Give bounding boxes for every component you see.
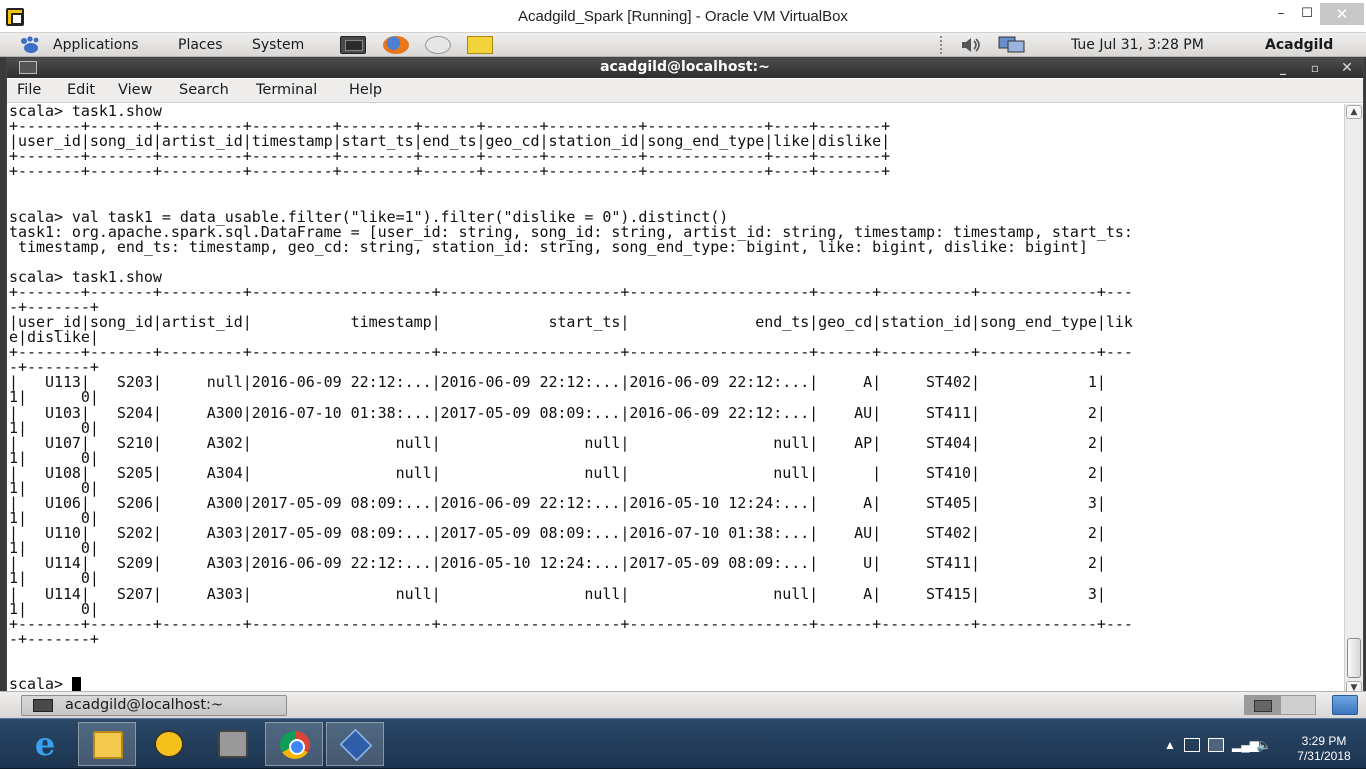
terminal-line: | U110| S202| A303|2017-05-09 08:09:...|…	[9, 524, 1106, 543]
taskbar-file-explorer[interactable]	[78, 722, 136, 766]
terminal-title: acadgild@localhost:~	[600, 59, 770, 75]
panel-separator	[940, 36, 944, 54]
gnome-top-panel: Applications Places System Tue Jul 31, 3…	[0, 33, 1366, 57]
panel-clock[interactable]: Tue Jul 31, 3:28 PM	[1071, 36, 1204, 56]
terminal-screen[interactable]: scala> task1.show +-------+-------+------…	[7, 104, 1343, 696]
mail-icon[interactable]	[425, 36, 451, 54]
taskbar-chrome[interactable]	[265, 722, 323, 766]
menu-help[interactable]: Help	[349, 82, 382, 98]
terminal-line: +-------+-------+---------+-------------…	[9, 343, 1133, 362]
scroll-up-arrow-icon[interactable]: ▲	[1346, 105, 1362, 119]
terminal-cursor	[71, 676, 81, 691]
workspace-1[interactable]	[1245, 696, 1281, 714]
menu-view[interactable]: View	[118, 82, 152, 98]
maximize-button[interactable]: ☐	[1292, 3, 1322, 25]
menu-edit[interactable]: Edit	[67, 82, 95, 98]
taskbar-virtualbox[interactable]	[326, 722, 384, 766]
terminal-minimize-button[interactable]: _	[1273, 58, 1293, 78]
chrome-icon	[280, 731, 310, 759]
taskbar-app-4[interactable]	[204, 722, 262, 766]
guest-desktop: Applications Places System Tue Jul 31, 3…	[0, 33, 1366, 718]
terminal-menubar: File Edit View Search Terminal Help	[7, 79, 1363, 103]
windows-taskbar: e ▲ ▂▄▆ 🔈 3:29 PM 7/31/2018	[0, 718, 1366, 768]
tray-date[interactable]: 7/31/2018	[1286, 749, 1362, 763]
speaker-icon[interactable]: 🔈	[1256, 738, 1272, 752]
terminal-line: | U103| S204| A300|2016-07-10 01:38:...|…	[9, 403, 1106, 422]
terminal-launcher-icon[interactable]	[340, 36, 366, 54]
internet-explorer-icon: e	[34, 725, 56, 763]
window-title: Acadgild_Spark [Running] - Oracle VM Vir…	[518, 8, 848, 25]
app-icon	[154, 730, 184, 758]
scrollbar-thumb[interactable]	[1347, 638, 1361, 678]
virtualbox-titlebar: Acadgild_Spark [Running] - Oracle VM Vir…	[0, 0, 1366, 33]
terminal-titlebar: acadgild@localhost:~ _ ▫ ✕	[7, 58, 1363, 78]
terminal-scrollbar[interactable]: ▲ ▼	[1344, 104, 1363, 696]
terminal-maximize-button[interactable]: ▫	[1305, 58, 1325, 78]
virtualbox-icon	[339, 728, 373, 762]
terminal-line: | U106| S206| A300|2017-05-09 08:09:...|…	[9, 494, 1106, 513]
network-icon[interactable]	[998, 36, 1026, 54]
menu-applications[interactable]: Applications	[53, 36, 139, 56]
menu-terminal[interactable]: Terminal	[256, 82, 317, 98]
terminal-window: acadgild@localhost:~ _ ▫ ✕ File Edit Vie…	[6, 57, 1364, 697]
terminal-output: scala> task1.show +-------+-------+------…	[9, 104, 1133, 692]
trash-icon[interactable]	[1332, 695, 1358, 715]
terminal-icon	[33, 699, 53, 712]
terminal-line: | U114| S207| A303| null| null| null| A|…	[9, 584, 1106, 603]
terminal-close-button[interactable]: ✕	[1337, 58, 1357, 78]
gnome-foot-icon[interactable]	[18, 35, 44, 55]
workspace-switcher[interactable]	[1244, 695, 1316, 715]
menu-file[interactable]: File	[17, 82, 41, 98]
panel-username[interactable]: Acadgild	[1265, 36, 1333, 56]
show-hidden-icons-icon[interactable]: ▲	[1162, 738, 1178, 752]
firefox-icon[interactable]	[383, 36, 409, 54]
taskbar-app-3[interactable]	[140, 722, 198, 766]
tray-app-icon[interactable]	[1208, 738, 1224, 752]
terminal-line: | U107| S210| A302| null| null| null| AP…	[9, 433, 1106, 452]
menu-system[interactable]: System	[252, 36, 304, 56]
menu-search[interactable]: Search	[179, 82, 229, 98]
close-button[interactable]: ✕	[1320, 3, 1364, 25]
menu-places[interactable]: Places	[178, 36, 223, 56]
terminal-line: +-------+-------+---------+-------------…	[9, 614, 1133, 633]
taskbar-terminal-button[interactable]: acadgild@localhost:~	[21, 695, 287, 716]
terminal-line: +-------+-------+---------+-------------…	[9, 282, 1133, 301]
notes-icon[interactable]	[467, 36, 493, 54]
tray-app-icon[interactable]	[1184, 738, 1200, 752]
tray-time[interactable]: 3:29 PM	[1286, 734, 1362, 748]
volume-icon[interactable]	[960, 37, 982, 53]
terminal-line: |user_id|song_id|artist_id| timestamp| s…	[9, 313, 1133, 332]
terminal-line: timestamp, end_ts: timestamp, geo_cd: st…	[9, 237, 1088, 256]
taskbar-internet-explorer[interactable]: e	[16, 722, 74, 766]
terminal-line: | U108| S205| A304| null| null| null| | …	[9, 463, 1106, 482]
terminal-line: +-------+-------+---------+---------+---…	[9, 162, 891, 181]
terminal-line: | U114| S209| A303|2016-06-09 22:12:...|…	[9, 554, 1106, 573]
terminal-line: scala>	[9, 676, 1133, 692]
signal-icon[interactable]: ▂▄▆	[1232, 738, 1259, 752]
terminal-line: -+-------+	[9, 629, 99, 648]
terminal-line: | U113| S203| null|2016-06-09 22:12:...|…	[9, 373, 1106, 392]
app-icon	[218, 730, 248, 758]
gnome-bottom-panel: acadgild@localhost:~	[0, 691, 1366, 718]
folder-icon	[93, 731, 123, 759]
taskbar-terminal-label: acadgild@localhost:~	[65, 697, 224, 713]
